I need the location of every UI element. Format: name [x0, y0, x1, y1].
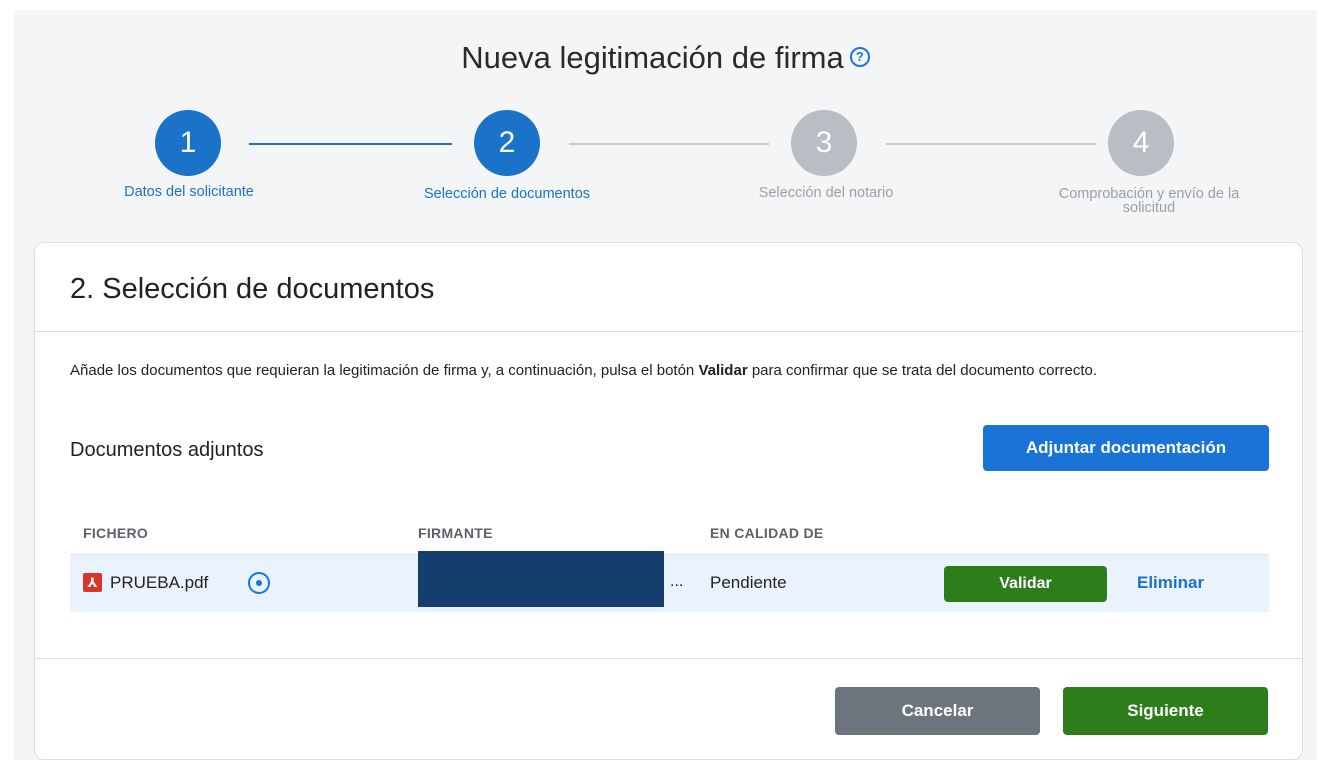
column-header-capacity: EN CALIDAD DE: [710, 525, 824, 541]
instructions-part2: para confirmar que se trata del document…: [747, 362, 1097, 379]
eye-icon[interactable]: [248, 572, 270, 594]
step-2-label[interactable]: Selección de documentos: [397, 187, 617, 202]
step-connector-3: [886, 143, 1096, 145]
step-1-circle[interactable]: 1: [155, 110, 221, 176]
attached-documents-title: Documentos adjuntos: [70, 439, 264, 461]
instructions-text: Añade los documentos que requieran la le…: [70, 362, 1270, 379]
step-4-label: Comprobación y envío de la solicitud: [1014, 186, 1284, 216]
page-title-row: Nueva legitimación de firma?: [14, 40, 1317, 76]
status-text: Pendiente: [710, 573, 787, 592]
documents-table: FICHERO FIRMANTE EN CALIDAD DE ⅄ PRUEBA.…: [70, 505, 1269, 612]
documents-card: 2. Selección de documentos Añade los doc…: [34, 242, 1303, 760]
next-button[interactable]: Siguiente: [1063, 687, 1268, 735]
step-4-circle: 4: [1108, 110, 1174, 176]
step-connector-2: [569, 143, 769, 145]
cancel-button[interactable]: Cancelar: [835, 687, 1040, 735]
question-circle-icon[interactable]: ?: [849, 46, 870, 67]
card-footer: Cancelar Siguiente: [35, 658, 1302, 760]
step-2-circle[interactable]: 2: [474, 110, 540, 176]
table-header: FICHERO FIRMANTE EN CALIDAD DE: [70, 505, 1269, 555]
card-title: 2. Selección de documentos: [35, 243, 1302, 332]
step-connector-1: [249, 143, 452, 145]
file-name: PRUEBA.pdf: [110, 573, 209, 592]
step-3-circle: 3: [791, 110, 857, 176]
attach-documentation-button[interactable]: Adjuntar documentación: [983, 425, 1269, 471]
stepper: 1 2 3 4 Datos del solicitante Selección …: [14, 110, 1317, 230]
step-3-label: Selección del notario: [758, 185, 894, 201]
delete-link[interactable]: Eliminar: [1137, 573, 1204, 593]
column-header-signer: FIRMANTE: [418, 525, 493, 541]
instructions-part1: Añade los documentos que requieran la le…: [70, 362, 699, 379]
column-header-file: FICHERO: [83, 525, 149, 541]
step-1-label[interactable]: Datos del solicitante: [84, 185, 294, 200]
page-title: Nueva legitimación de firma: [461, 40, 844, 75]
table-row: ⅄ PRUEBA.pdf ... Pendiente Validar Elimi…: [70, 551, 1269, 612]
pdf-icon: ⅄: [83, 573, 102, 592]
page-background: Nueva legitimación de firma? 1 2 3 4 Dat…: [14, 10, 1317, 760]
signer-redacted: [418, 551, 664, 607]
signer-ellipsis: ...: [670, 573, 684, 590]
step-4-label-line1: Comprobación y envío de la: [1058, 186, 1240, 202]
step-4-label-line2: solicitud: [1122, 200, 1176, 216]
instructions-bold: Validar: [698, 362, 748, 379]
validate-button[interactable]: Validar: [944, 566, 1107, 602]
